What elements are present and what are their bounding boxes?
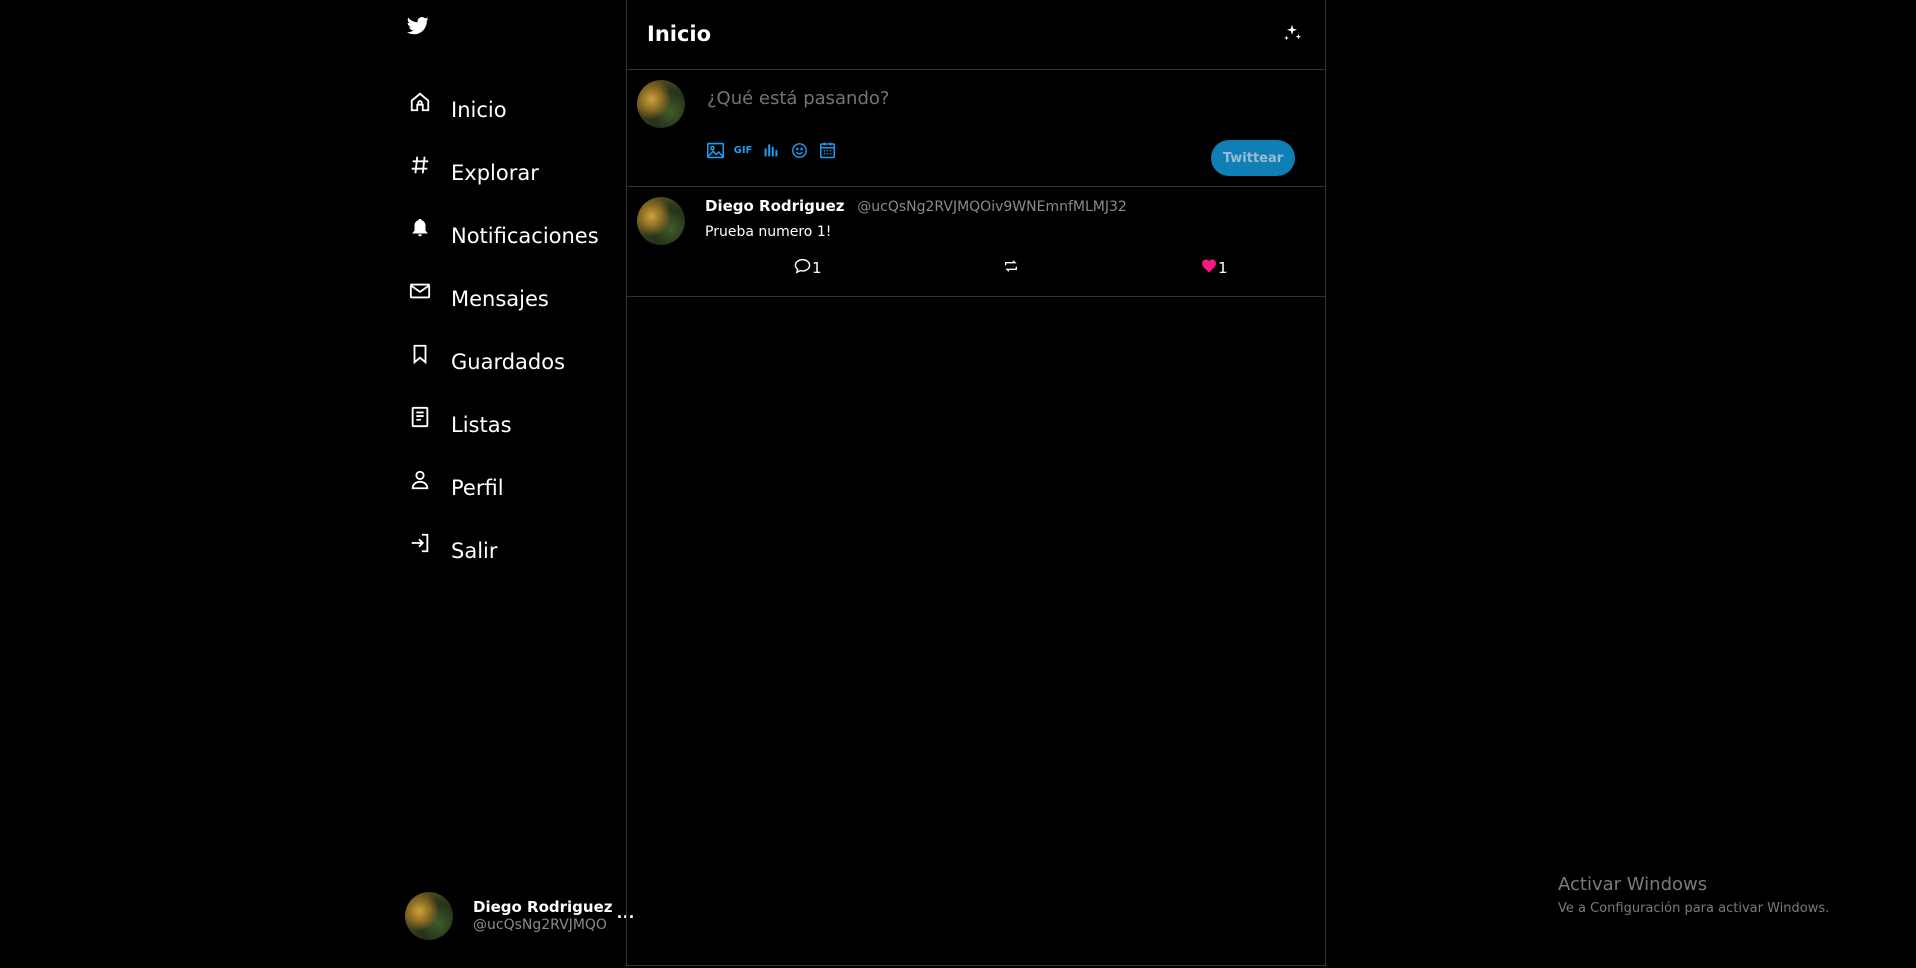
logout-icon bbox=[407, 532, 433, 558]
avatar bbox=[637, 197, 685, 245]
like-count: 1 bbox=[1218, 258, 1228, 277]
sidebar-item-label: Inicio bbox=[451, 97, 507, 122]
tweet-author-handle: @ucQsNg2RVJMQOiv9WNEmnfMLMJ32 bbox=[857, 199, 1127, 215]
sparkle-icon[interactable] bbox=[1281, 22, 1303, 44]
mail-icon bbox=[407, 280, 433, 306]
compose-input[interactable] bbox=[705, 80, 1285, 116]
account-info: Diego Rodriguez @ucQsNg2RVJMQO bbox=[473, 898, 612, 934]
emoji-icon[interactable] bbox=[789, 140, 809, 160]
sidebar-item-inicio[interactable]: Inicio bbox=[407, 78, 627, 141]
sidebar-item-label: Explorar bbox=[451, 160, 539, 185]
sidebar-nav: Inicio Explorar Notificaciones Mensajes … bbox=[407, 78, 627, 582]
composer-toolbar: GIF bbox=[705, 140, 845, 160]
list-icon bbox=[407, 406, 433, 432]
gif-label: GIF bbox=[733, 144, 753, 156]
schedule-icon[interactable] bbox=[817, 140, 837, 160]
bookmark-icon bbox=[407, 343, 433, 369]
timeline-header: Inicio bbox=[627, 0, 1325, 70]
sidebar-item-label: Perfil bbox=[451, 475, 504, 500]
tweet-text: Prueba numero 1! bbox=[705, 224, 832, 240]
account-handle: @ucQsNg2RVJMQO bbox=[473, 917, 607, 933]
page-title: Inicio bbox=[647, 22, 712, 46]
twitter-bird-icon[interactable] bbox=[407, 16, 431, 40]
avatar bbox=[405, 892, 453, 940]
sidebar-item-listas[interactable]: Listas bbox=[407, 393, 627, 456]
image-icon[interactable] bbox=[705, 140, 725, 160]
sidebar: Inicio Explorar Notificaciones Mensajes … bbox=[395, 0, 634, 968]
heart-icon bbox=[1201, 258, 1218, 277]
windows-activation-watermark: Activar Windows Ve a Configuración para … bbox=[1558, 874, 1829, 916]
sidebar-item-label: Mensajes bbox=[451, 286, 549, 311]
home-icon bbox=[407, 91, 433, 117]
main-timeline: Inicio GIF Twittear bbox=[626, 0, 1326, 966]
user-icon bbox=[407, 469, 433, 495]
sidebar-item-salir[interactable]: Salir bbox=[407, 519, 627, 582]
sidebar-item-notificaciones[interactable]: Notificaciones bbox=[407, 204, 627, 267]
retweet-button[interactable] bbox=[1003, 258, 1020, 278]
poll-icon[interactable] bbox=[761, 140, 781, 160]
tweet-button[interactable]: Twittear bbox=[1211, 140, 1295, 176]
retweet-icon bbox=[1003, 258, 1020, 278]
sidebar-item-label: Salir bbox=[451, 538, 498, 563]
tweet-header: Diego Rodriguez @ucQsNg2RVJMQOiv9WNEmnfM… bbox=[705, 197, 1127, 215]
sidebar-item-explorar[interactable]: Explorar bbox=[407, 141, 627, 204]
sidebar-item-guardados[interactable]: Guardados bbox=[407, 330, 627, 393]
account-name: Diego Rodriguez bbox=[473, 898, 613, 916]
reply-count: 1 bbox=[812, 259, 822, 277]
reply-button[interactable]: 1 bbox=[794, 258, 822, 278]
account-switcher[interactable]: Diego Rodriguez @ucQsNg2RVJMQO ... bbox=[405, 892, 635, 940]
reply-icon bbox=[794, 258, 812, 278]
tweet-author-name[interactable]: Diego Rodriguez bbox=[705, 197, 844, 215]
tweet-item[interactable]: Diego Rodriguez @ucQsNg2RVJMQOiv9WNEmnfM… bbox=[627, 187, 1325, 297]
like-button[interactable]: 1 bbox=[1201, 258, 1228, 277]
sidebar-item-label: Guardados bbox=[451, 349, 566, 374]
sidebar-item-label: Listas bbox=[451, 412, 512, 437]
bell-icon bbox=[407, 217, 433, 243]
gif-icon[interactable]: GIF bbox=[733, 140, 753, 160]
hashtag-icon bbox=[407, 154, 433, 180]
avatar bbox=[637, 80, 685, 128]
tweet-composer: GIF Twittear bbox=[627, 70, 1325, 187]
watermark-title: Activar Windows bbox=[1558, 874, 1708, 895]
sidebar-item-mensajes[interactable]: Mensajes bbox=[407, 267, 627, 330]
watermark-subtitle: Ve a Configuración para activar Windows. bbox=[1558, 901, 1830, 916]
sidebar-item-label: Notificaciones bbox=[451, 223, 599, 248]
sidebar-item-perfil[interactable]: Perfil bbox=[407, 456, 627, 519]
